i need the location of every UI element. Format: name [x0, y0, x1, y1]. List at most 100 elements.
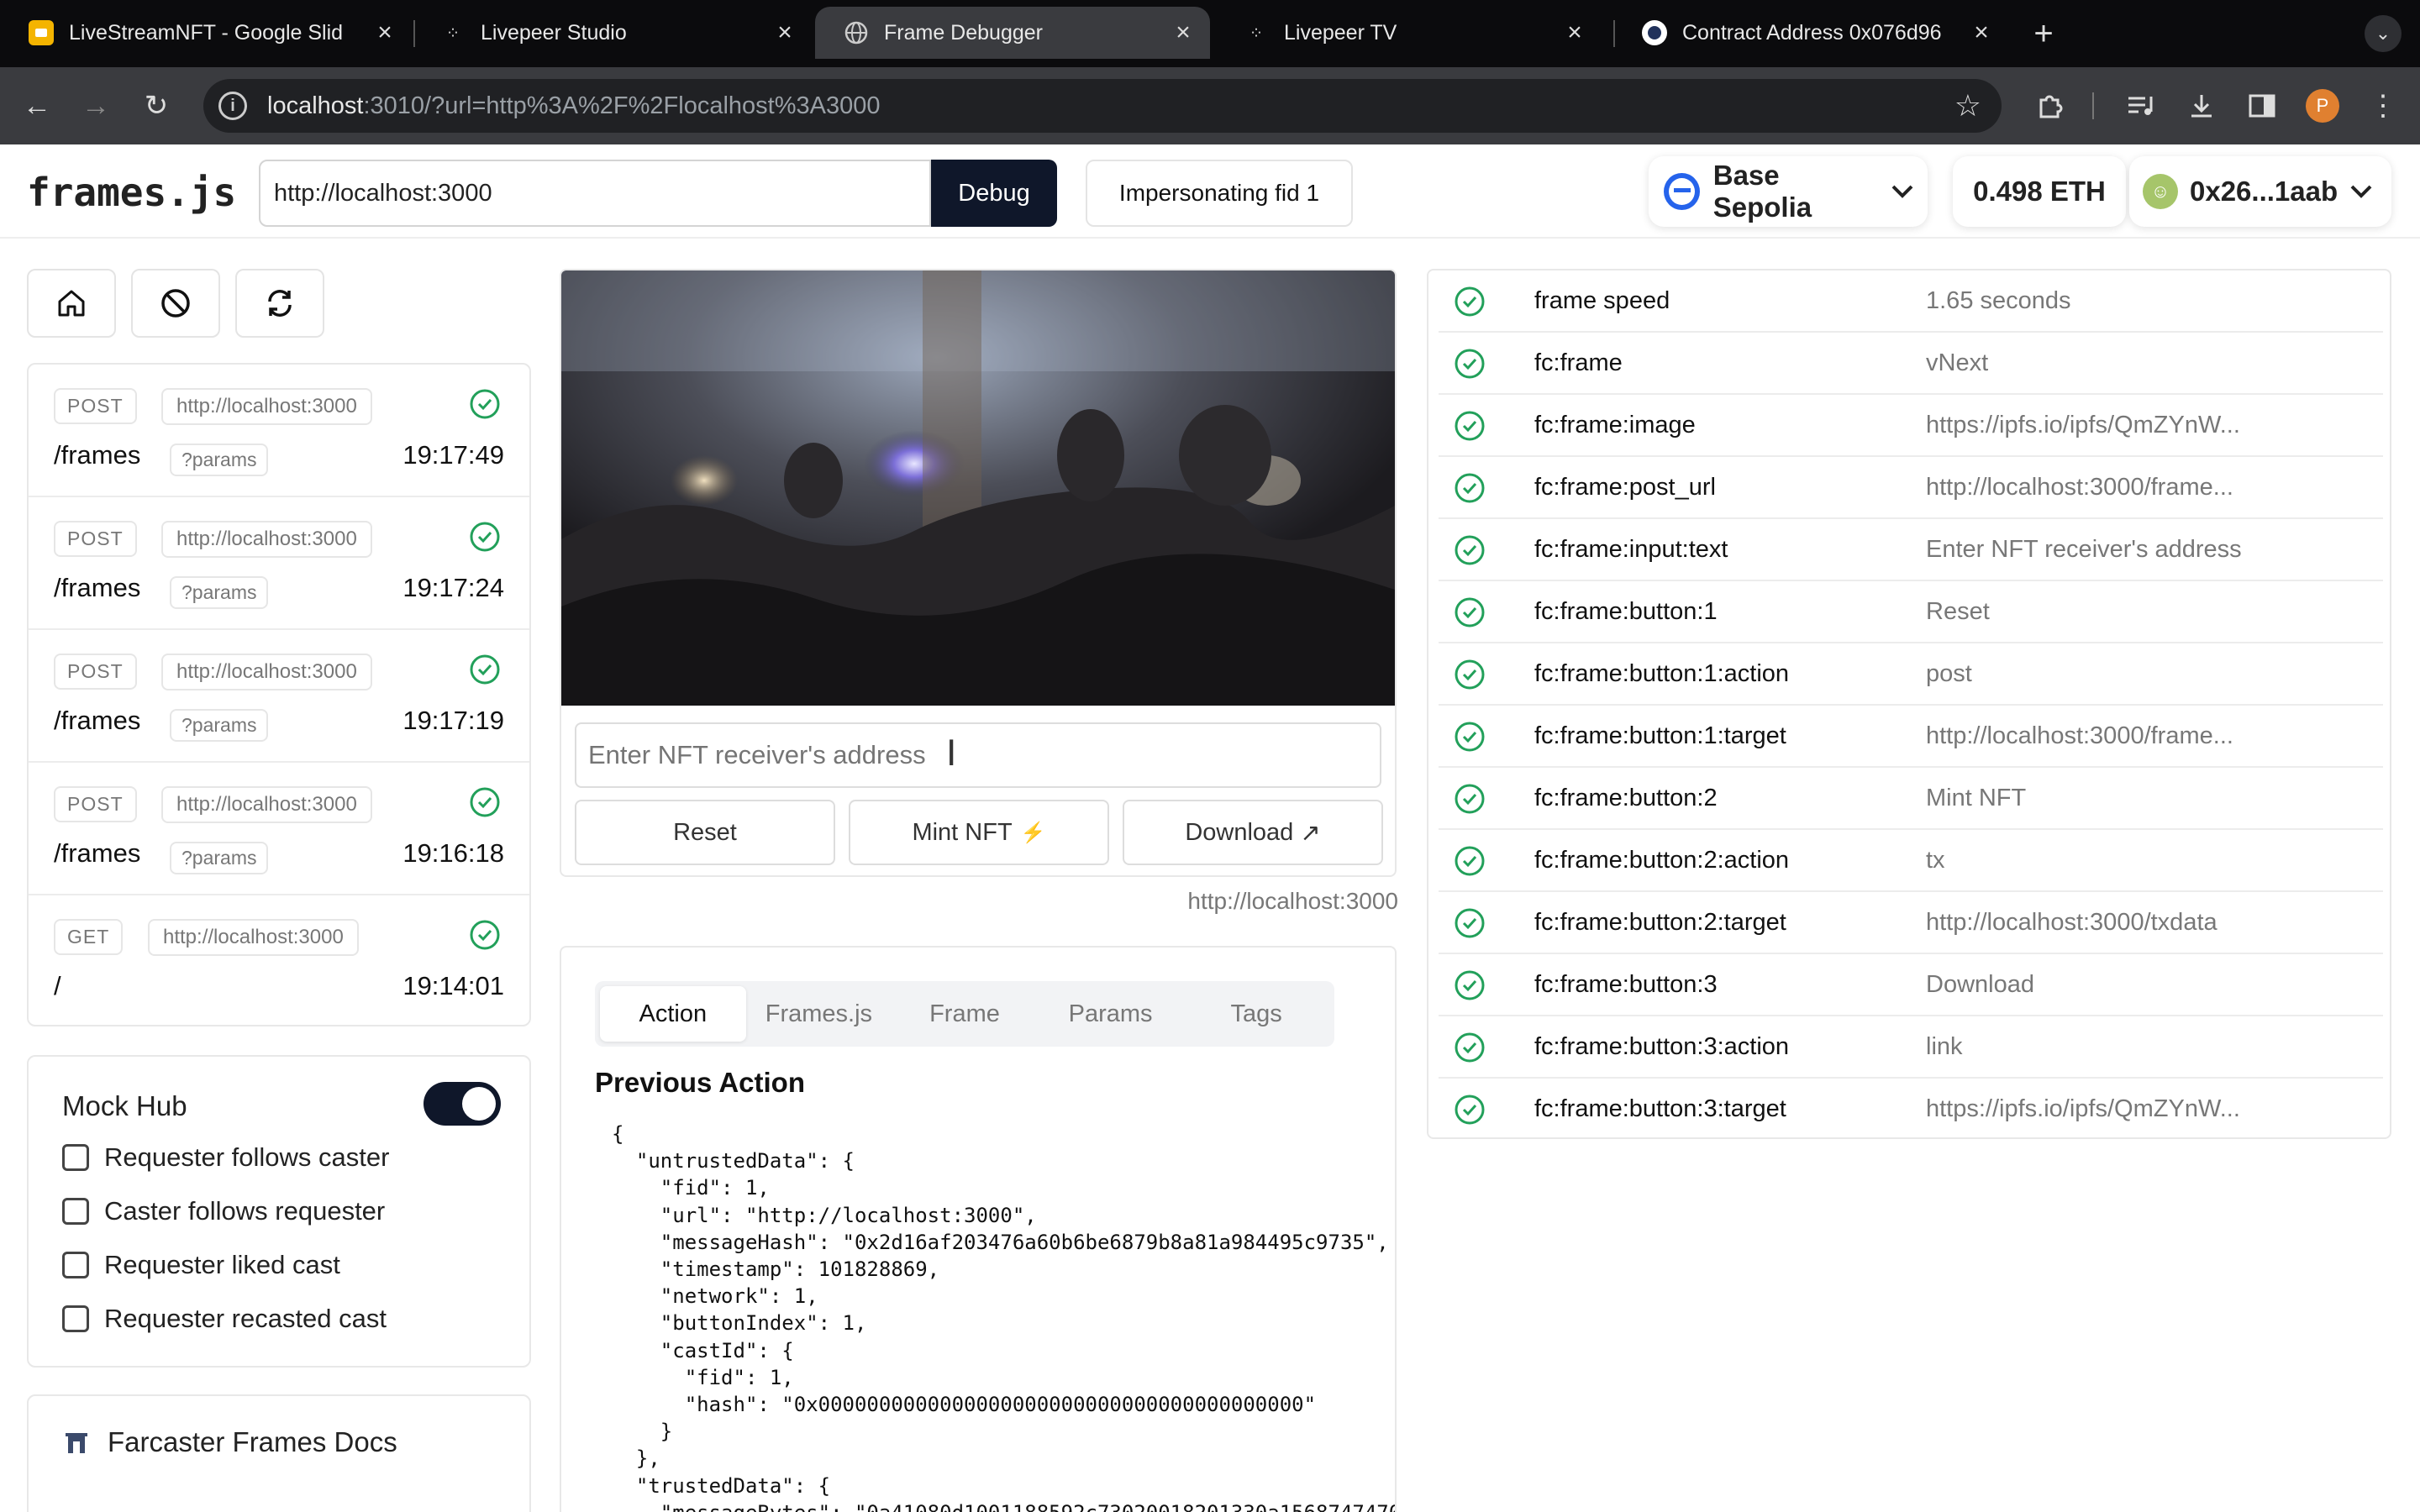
tab-action[interactable]: Action [600, 986, 746, 1042]
json-line: "timestamp": 101828869, [612, 1257, 940, 1282]
forward-arrow-icon[interactable]: → [74, 84, 118, 128]
menu-kebab-icon[interactable]: ⋮ [2361, 84, 2405, 128]
network-selector[interactable]: Base Sepolia [1649, 156, 1928, 227]
property-row: fc:frame:button:2:target http://localhost… [1439, 892, 2383, 954]
google-slides-icon [29, 20, 54, 45]
profile-avatar[interactable]: P [2306, 89, 2339, 123]
tab-framesjs[interactable]: Frames.js [746, 986, 892, 1042]
new-tab-button[interactable]: + [2025, 15, 2062, 52]
url-host: localhost [267, 92, 364, 119]
back-arrow-icon[interactable]: ← [15, 84, 59, 128]
history-item[interactable]: GET http://localhost:3000 / 19:14:01 [29, 895, 529, 1025]
frame-button-label: Mint NFT [912, 818, 1013, 846]
checkbox[interactable] [62, 1252, 89, 1278]
check-circle-icon [1455, 411, 1485, 441]
browser-tab-title: Frame Debugger [884, 20, 1043, 45]
close-icon[interactable]: × [368, 18, 402, 47]
clear-button[interactable] [131, 269, 220, 338]
property-row: fc:frame:button:2:action tx [1439, 830, 2383, 892]
property-row: fc:frame:image https://ipfs.io/ipfs/QmZYn… [1439, 395, 2383, 457]
browser-tab-3[interactable]: ⁘ Livepeer TV × [1215, 7, 1602, 59]
history-item[interactable]: POST http://localhost:3000 /frames ?para… [29, 763, 529, 895]
wallet-button[interactable]: ☺ 0x26...1aab [2129, 156, 2391, 227]
property-row: fc:frame:button:2 Mint NFT [1439, 768, 2383, 830]
tab-params[interactable]: Params [1038, 986, 1184, 1042]
close-icon[interactable]: × [1558, 18, 1591, 47]
checkbox[interactable] [62, 1305, 89, 1332]
address-text[interactable]: localhost:3010/?url=http%3A%2F%2Flocalho… [267, 92, 881, 120]
app-logo: frames.js [27, 170, 237, 215]
extensions-icon[interactable] [2028, 84, 2072, 128]
bookmark-star-icon[interactable]: ☆ [1954, 88, 1981, 123]
mock-hub-title: Mock Hub [62, 1090, 187, 1121]
check-circle-icon [1455, 1032, 1485, 1063]
reload-icon[interactable]: ↻ [134, 84, 178, 128]
browser-tab-0[interactable]: LiveStreamNFT - Google Slid × [0, 7, 412, 59]
frame-preview-card: I Reset Mint NFT ⚡ Download↗ [560, 269, 1397, 877]
property-row: fc:frame:button:3:action link [1439, 1016, 2383, 1079]
close-icon[interactable]: × [768, 18, 802, 47]
impersonate-button[interactable]: Impersonating fid 1 [1086, 160, 1353, 227]
frame-button-mint[interactable]: Mint NFT ⚡ [849, 800, 1109, 865]
json-line: "fid": 1, [612, 1176, 770, 1200]
property-key: fc:frame:button:1 [1534, 598, 1718, 625]
tab-tags[interactable]: Tags [1183, 986, 1329, 1042]
browser-tab-4[interactable]: Contract Address 0x076d96 × [1613, 7, 2008, 59]
request-url-badge: http://localhost:3000 [148, 919, 359, 956]
property-value: post [1926, 660, 1972, 687]
history-item[interactable]: POST http://localhost:3000 /frames ?para… [29, 497, 529, 630]
frame-button-download[interactable]: Download ↗ [1123, 800, 1383, 865]
address-bar[interactable]: i localhost:3010/?url=http%3A%2F%2Flocal… [203, 79, 2002, 133]
mock-hub-option[interactable]: Requester follows caster [62, 1142, 389, 1173]
site-info-icon[interactable]: i [218, 92, 247, 120]
checkbox[interactable] [62, 1198, 89, 1225]
chevron-down-icon [1891, 179, 1914, 205]
mock-hub-toggle[interactable] [424, 1082, 501, 1126]
http-method-badge: POST [54, 521, 137, 557]
property-value: https://ipfs.io/ipfs/QmZYnW... [1926, 412, 2240, 438]
mock-hub-option[interactable]: Requester liked cast [62, 1250, 340, 1280]
media-control-icon[interactable] [2119, 84, 2163, 128]
close-icon[interactable]: × [1965, 18, 1998, 47]
json-line: "messageBytes": "0a41080d1001188592c7302… [612, 1499, 1395, 1512]
property-key: fc:frame:button:2:target [1534, 909, 1786, 936]
frame-url-input[interactable] [259, 160, 931, 227]
browser-tab-1[interactable]: ⁘ Livepeer Studio × [412, 7, 812, 59]
frame-properties-panel: frame speed 1.65 seconds fc:frame vNext fc:f… [1427, 269, 2391, 1139]
mock-hub-option[interactable]: Caster follows requester [62, 1196, 385, 1226]
frame-source-url: http://localhost:3000 [1187, 888, 1398, 914]
close-icon[interactable]: × [1166, 18, 1200, 47]
property-key: fc:frame:post_url [1534, 474, 1716, 501]
docs-link[interactable]: Farcaster Frames Docs [62, 1426, 397, 1458]
request-url-badge: http://localhost:3000 [161, 786, 372, 823]
option-label: Requester liked cast [104, 1250, 340, 1279]
request-time: 19:14:01 [402, 971, 504, 1000]
check-circle-icon [1455, 286, 1485, 317]
mock-hub-option[interactable]: Requester recasted cast [62, 1304, 387, 1334]
balance-display[interactable]: 0.498 ETH [1953, 156, 2126, 227]
checkbox[interactable] [62, 1144, 89, 1171]
tab-search-chevron-icon[interactable]: ⌄ [2365, 15, 2402, 52]
mock-hub-panel: Mock Hub Requester follows caster Caster… [27, 1055, 531, 1368]
property-row: fc:frame vNext [1439, 333, 2383, 395]
home-button[interactable] [27, 269, 116, 338]
frame-button-reset[interactable]: Reset [575, 800, 835, 865]
side-panel-icon[interactable] [2240, 84, 2284, 128]
livepeer-studio-icon: ⁘ [445, 24, 460, 43]
chevron-down-icon [2349, 179, 2373, 205]
check-circle-icon [1455, 908, 1485, 938]
download-icon[interactable] [2180, 84, 2223, 128]
browser-tab-title: Livepeer Studio [481, 20, 627, 45]
debug-button[interactable]: Debug [931, 160, 1057, 227]
history-item[interactable]: POST http://localhost:3000 /frames ?para… [29, 630, 529, 763]
json-line: "hash": "0x00000000000000000000000000000… [612, 1393, 1317, 1417]
browser-tab-2[interactable]: Frame Debugger × [815, 7, 1210, 59]
browser-tab-strip: LiveStreamNFT - Google Slid × ⁘ Livepeer… [0, 0, 2420, 67]
base-network-icon [1664, 173, 1700, 210]
history-item[interactable]: POST http://localhost:3000 /frames ?para… [29, 365, 529, 497]
frame-text-input[interactable] [575, 722, 1381, 788]
check-circle-icon [1455, 784, 1485, 814]
property-key: fc:frame:button:1:action [1534, 660, 1790, 687]
refresh-button[interactable] [235, 269, 324, 338]
tab-frame[interactable]: Frame [892, 986, 1038, 1042]
